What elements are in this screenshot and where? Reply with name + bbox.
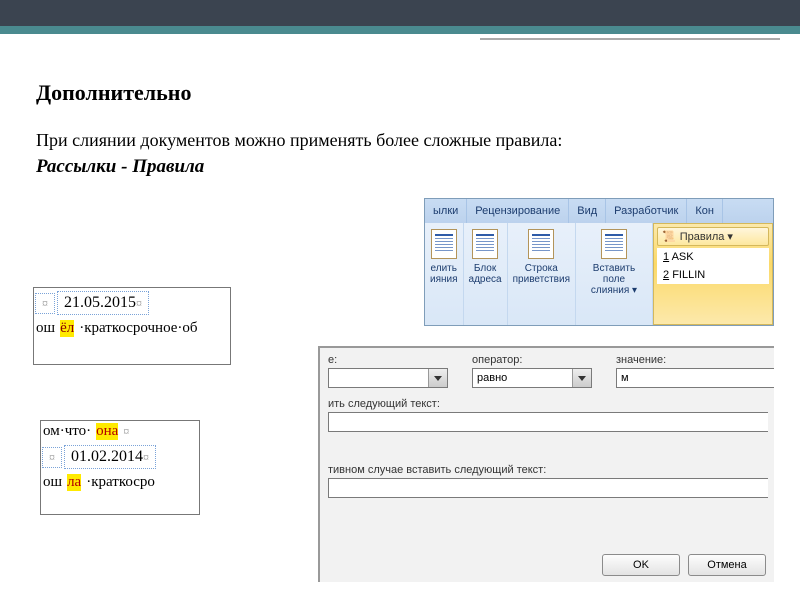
rules-label: Правила ▾ [680, 230, 733, 243]
chevron-down-icon [434, 376, 442, 381]
ribbon-tab[interactable]: Разработчик [606, 199, 687, 223]
doc-fragment-1: ¤ 21.05.2015¤ ошёл ·краткосрочное·об [33, 287, 231, 365]
date-cell: 01.02.2014¤ [64, 445, 156, 469]
ribbon-tab[interactable]: Вид [569, 199, 606, 223]
document-icon [601, 229, 627, 259]
highlighted-text: ла [67, 474, 81, 491]
btn-label: Строка [525, 263, 558, 274]
btn-label: ияния [430, 274, 458, 285]
rules-item-fillin[interactable]: 2 FILLIN [657, 266, 769, 284]
text-line: ом·что· она ¤ [41, 421, 199, 442]
sub-bar [0, 34, 800, 50]
rules-item-label: FILLIN [672, 269, 705, 281]
field-label: е: [328, 354, 448, 366]
operator-label: оператор: [472, 354, 592, 366]
ribbon-tab[interactable]: Кон [687, 199, 723, 223]
rules-item-ask[interactable]: 1 ASK [657, 248, 769, 266]
text-fragment: ош [36, 320, 55, 337]
highlighted-text: ёл [60, 320, 74, 337]
highlighted-text: она [96, 423, 118, 440]
rules-item-num: 1 [663, 251, 669, 263]
text-fragment: ош [43, 474, 62, 491]
rules-header[interactable]: 📜 Правила ▾ [657, 227, 769, 246]
insert-text-label: ить следующий текст: [320, 390, 774, 412]
ribbon-tabs: ылки Рецензирование Вид Разработчик Кон [425, 199, 773, 223]
doc-fragment-2: ом·что· она ¤ ¤ 01.02.2014¤ ошла ·краткоср… [40, 420, 200, 515]
address-block-button[interactable]: Блок адреса [464, 223, 508, 325]
subtitle: Рассылки - Правила [36, 156, 764, 178]
rules-item-label: ASK [672, 251, 694, 263]
ok-button[interactable]: OK [602, 554, 680, 576]
body-text: При слиянии документов можно применять б… [36, 128, 764, 152]
date-cell: 21.05.2015¤ [57, 291, 149, 315]
chevron-down-icon [578, 376, 586, 381]
cancel-button[interactable]: Отмена [688, 554, 766, 576]
btn-label: адреса [469, 274, 502, 285]
document-icon [472, 229, 498, 259]
text-fragment: ом·что· [43, 423, 91, 440]
greeting-line-button[interactable]: Строка приветствия [508, 223, 576, 325]
document-icon [528, 229, 554, 259]
btn-label: елить [431, 263, 457, 274]
title-bar [0, 0, 800, 26]
if-rule-dialog: е: оператор: равно значение: м ить следу… [318, 346, 774, 582]
btn-label: слияния ▾ [591, 285, 637, 296]
accent-bar [0, 26, 800, 34]
field-combo[interactable] [328, 368, 448, 388]
rules-item-num: 2 [663, 269, 669, 281]
insert-text-input[interactable] [328, 412, 768, 432]
document-icon [431, 229, 457, 259]
else-text-label: тивном случае вставить следующий текст: [320, 456, 774, 478]
page-title: Дополнительно [36, 80, 764, 106]
text-line: ошла ·краткосро [41, 472, 199, 493]
btn-label: Блок [474, 263, 496, 274]
cell-marker: ¤ [42, 447, 62, 468]
text-fragment: ·краткосро [86, 474, 155, 491]
ribbon-tab[interactable]: ылки [425, 199, 467, 223]
text-line: ошёл ·краткосрочное·об [34, 318, 230, 339]
btn-label: Вставить поле [581, 263, 647, 285]
text-fragment: ·краткосрочное·об [79, 320, 197, 337]
value-label: значение: [616, 354, 774, 366]
insert-merge-field-button[interactable]: Вставить поле слияния ▾ [576, 223, 653, 325]
highlight-merge-button[interactable]: елить ияния [425, 223, 464, 325]
cell-marker: ¤ [123, 424, 129, 439]
cell-marker: ¤ [35, 293, 55, 314]
ribbon-screenshot: ылки Рецензирование Вид Разработчик Кон … [424, 198, 774, 326]
btn-label: приветствия [513, 274, 570, 285]
else-text-input[interactable] [328, 478, 768, 498]
scroll-icon: 📜 [662, 230, 676, 243]
value-input[interactable]: м [616, 368, 774, 388]
rules-dropdown[interactable]: 📜 Правила ▾ 1 ASK 2 FILLIN [653, 223, 773, 325]
ribbon-tab[interactable]: Рецензирование [467, 199, 569, 223]
operator-combo[interactable]: равно [472, 368, 592, 388]
